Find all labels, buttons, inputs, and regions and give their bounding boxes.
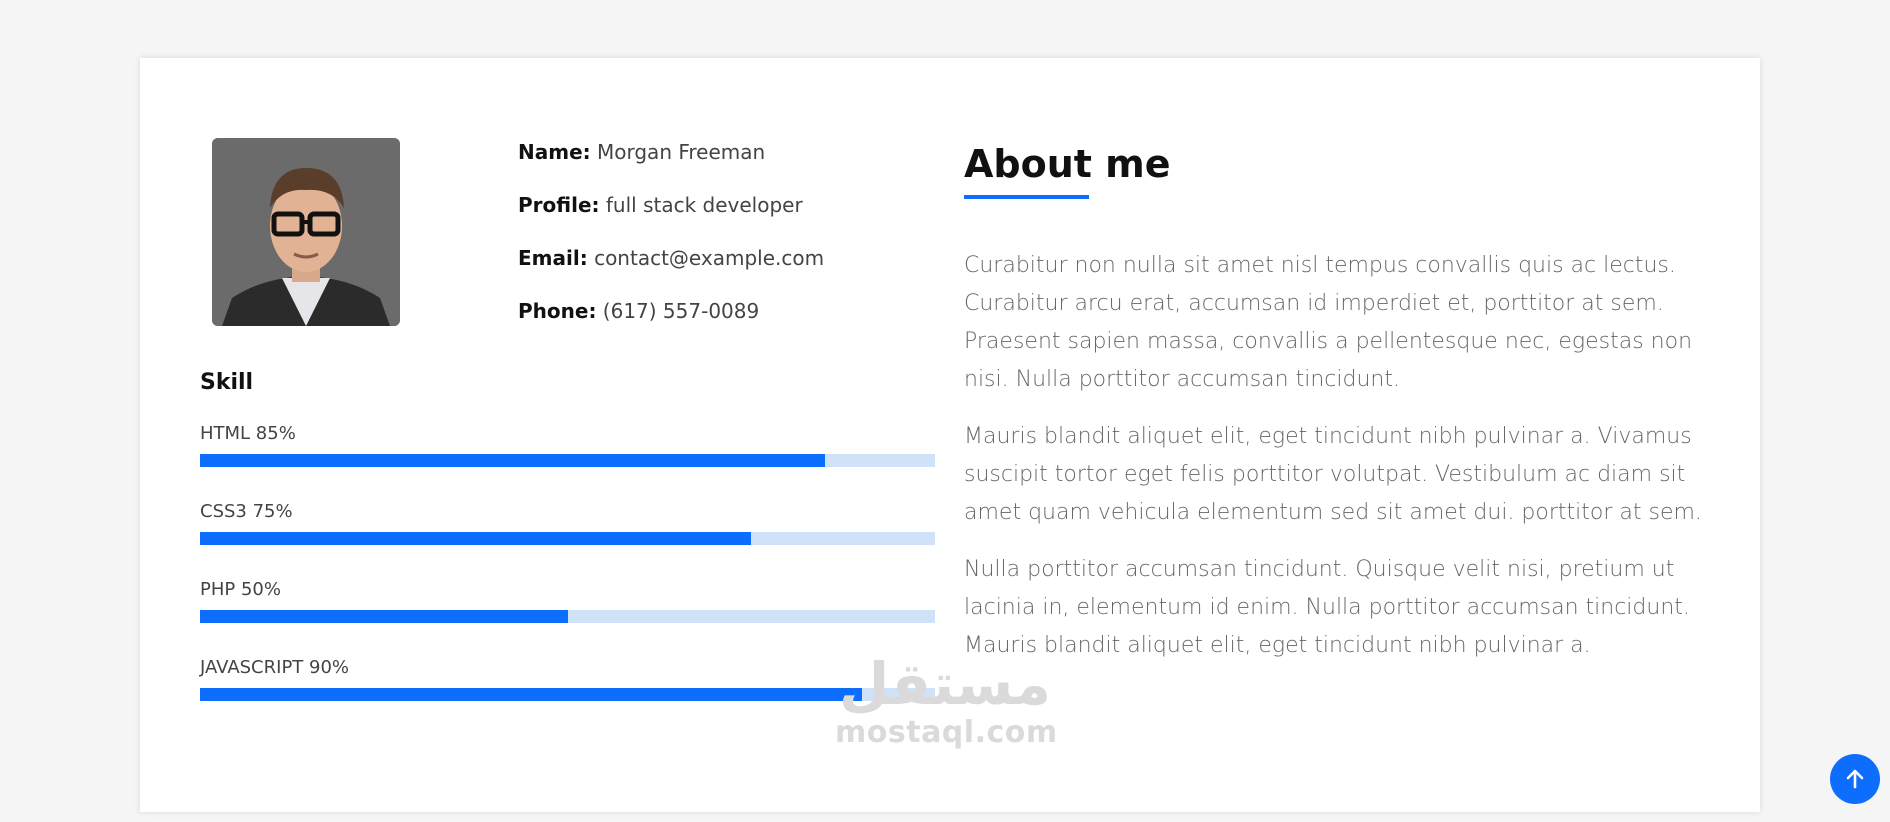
skill-progress-bar <box>200 454 935 467</box>
skill-label: HTML 85% <box>200 423 296 444</box>
skill-progress-fill <box>200 610 568 623</box>
skill-progress-bar <box>200 610 935 623</box>
skill-item: HTML 85% <box>200 423 935 501</box>
skill-progress-bar <box>200 688 935 701</box>
person-portrait-icon <box>212 138 400 326</box>
skill-progress-fill <box>200 688 862 701</box>
watermark-logo: مستقل mostaql.com <box>835 655 1058 750</box>
info-row-phone: Phone: (617) 557-0089 <box>518 299 918 352</box>
info-value: Morgan Freeman <box>597 140 766 164</box>
back-to-top-button[interactable] <box>1830 754 1880 804</box>
heading-underline <box>964 195 1089 200</box>
skill-item: JAVASCRIPT 90% <box>200 657 935 735</box>
about-section: About me Curabitur non nulla sit amet ni… <box>964 140 1714 665</box>
skill-progress-fill <box>200 454 825 467</box>
info-key: Name: <box>518 140 591 164</box>
info-key: Email: <box>518 246 588 270</box>
skill-item: CSS3 75% <box>200 501 935 579</box>
info-value: contact@example.com <box>594 246 825 270</box>
about-heading: About me <box>964 142 1171 186</box>
info-row-profile: Profile: full stack developer <box>518 193 918 246</box>
about-paragraph: Mauris blandit aliquet elit, eget tincid… <box>964 424 1702 526</box>
skill-progress-fill <box>200 532 752 545</box>
skills-list: HTML 85% CSS3 75% PHP 50% JAVASCRIPT 90% <box>200 423 935 735</box>
skill-label: CSS3 75% <box>200 501 293 522</box>
info-value: (617) 557-0089 <box>602 299 760 323</box>
skill-progress-bar <box>200 532 935 545</box>
skill-label: JAVASCRIPT 90% <box>200 657 350 678</box>
info-key: Phone: <box>518 299 597 323</box>
skill-item: PHP 50% <box>200 579 935 657</box>
profile-photo <box>212 138 400 326</box>
info-key: Profile: <box>518 193 600 217</box>
info-row-email: Email: contact@example.com <box>518 246 918 299</box>
info-row-name: Name: Morgan Freeman <box>518 140 918 193</box>
arrow-up-icon <box>1846 769 1864 789</box>
skill-label: PHP 50% <box>200 579 281 600</box>
about-paragraph: Curabitur non nulla sit amet nisl tempus… <box>964 253 1693 393</box>
info-value: full stack developer <box>605 193 803 217</box>
profile-info: Name: Morgan Freeman Profile: full stack… <box>518 140 918 352</box>
skills-heading: Skill <box>200 370 254 395</box>
watermark-latin: mostaql.com <box>835 715 1058 750</box>
about-paragraph: Nulla porttitor accumsan tincidunt. Quis… <box>964 557 1690 659</box>
watermark-arabic: مستقل <box>838 650 1052 718</box>
